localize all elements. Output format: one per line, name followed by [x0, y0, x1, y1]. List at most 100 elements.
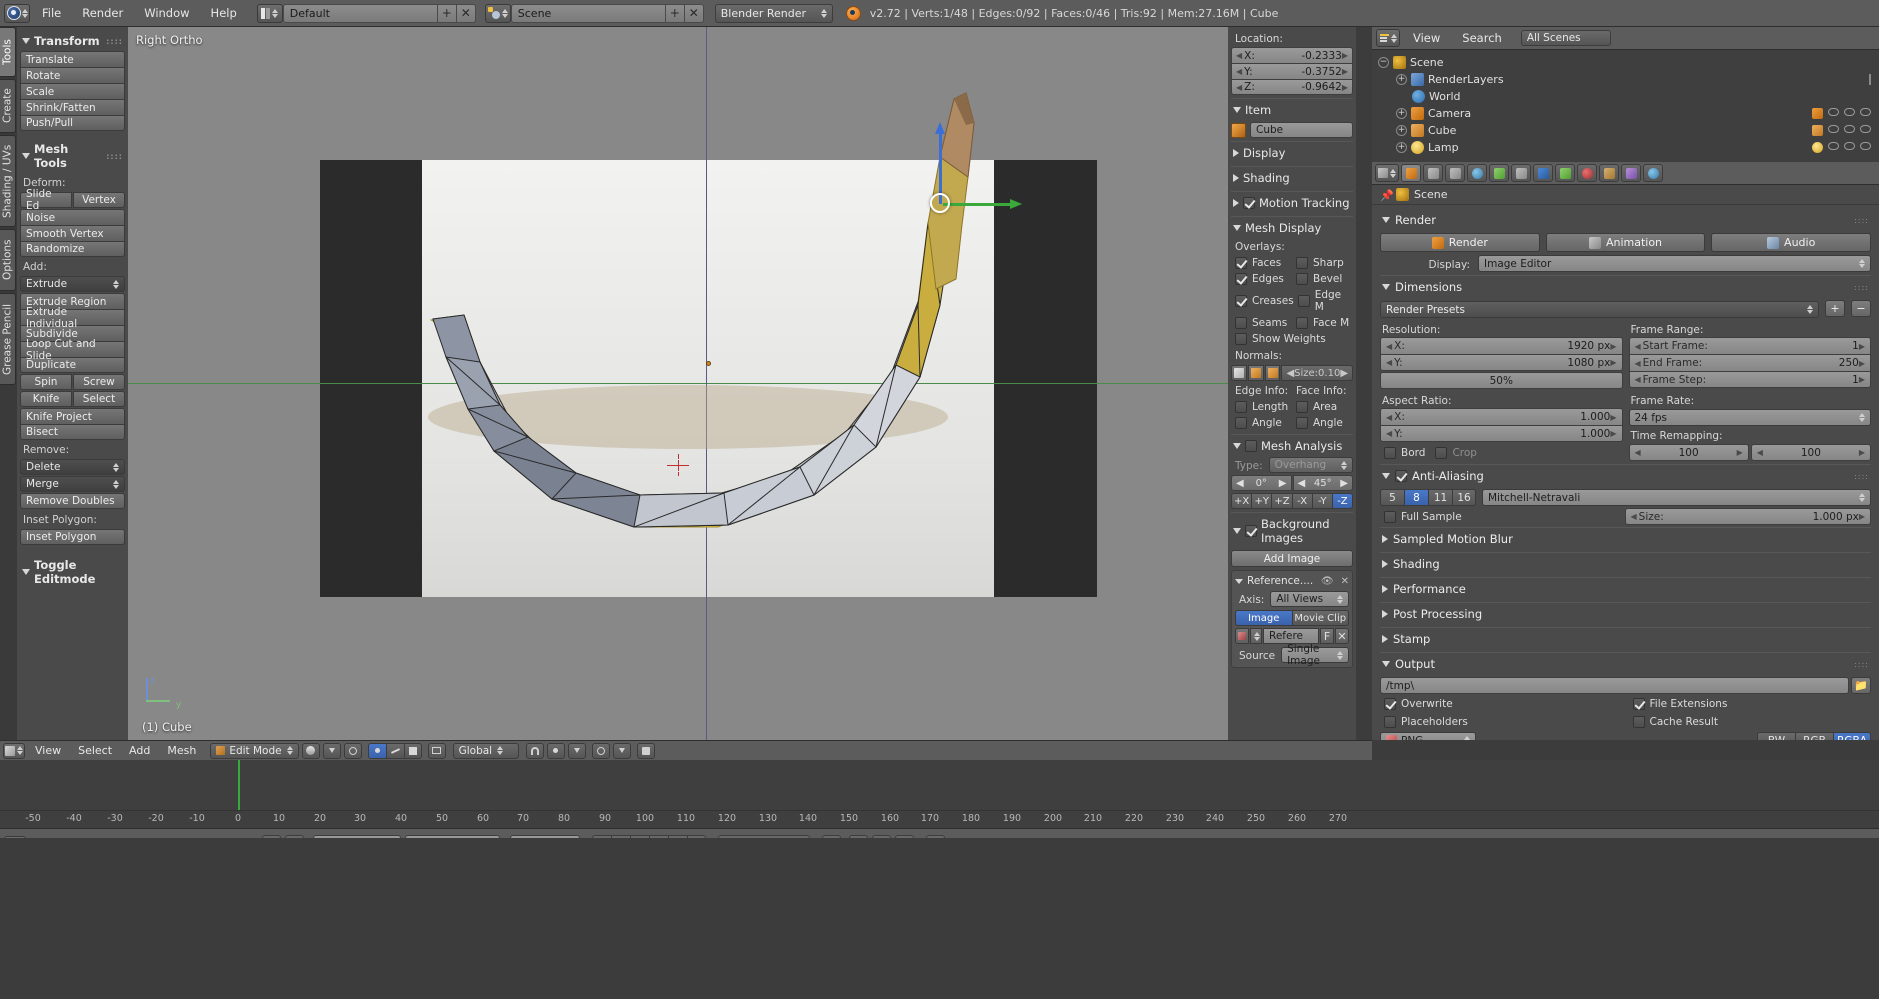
- border-toggle[interactable]: Bord: [1380, 445, 1425, 461]
- timeline-track[interactable]: [0, 760, 1879, 810]
- unlink-image-icon[interactable]: ✕: [1335, 628, 1349, 644]
- output-panel-header[interactable]: Output ::::: [1380, 652, 1871, 675]
- viewport-menu-select[interactable]: Select: [71, 743, 119, 758]
- shading-panel-header[interactable]: Shading: [1380, 552, 1871, 575]
- frame-rate-dropdown[interactable]: 24 fps: [1628, 409, 1871, 426]
- post-processing-panel-header[interactable]: Post Processing: [1380, 602, 1871, 625]
- object-name-field[interactable]: Cube: [1250, 122, 1353, 138]
- viewport-shading-icon[interactable]: [301, 742, 320, 759]
- render-icon[interactable]: [1860, 142, 1871, 150]
- outliner-row-cube[interactable]: + Cube: [1372, 122, 1879, 139]
- color-mode-rgba[interactable]: RGBA: [1833, 732, 1871, 740]
- outliner-menu-search[interactable]: Search: [1453, 29, 1511, 47]
- loop-cut-slide-button[interactable]: Loop Cut and Slide: [20, 338, 125, 362]
- menu-window[interactable]: Window: [135, 4, 198, 22]
- screen-layout-select[interactable]: Default: [282, 3, 438, 23]
- overlay-seams[interactable]: Seams: [1231, 315, 1292, 331]
- full-sample-checkbox[interactable]: [1384, 510, 1396, 523]
- render-engine-select[interactable]: Blender Render: [714, 3, 833, 23]
- add-preset-button[interactable]: +: [1825, 300, 1845, 317]
- cursor-icon[interactable]: [1844, 108, 1855, 116]
- viewport-editor-type-icon[interactable]: [3, 742, 25, 759]
- file-format-dropdown[interactable]: PNG: [1380, 732, 1476, 740]
- overwrite-checkbox[interactable]: [1384, 698, 1396, 710]
- gizmo-x-axis[interactable]: [943, 199, 1022, 209]
- vertex-normals-icon[interactable]: [1231, 365, 1247, 381]
- screw-button[interactable]: Screw: [73, 374, 125, 390]
- tab-data[interactable]: [1555, 164, 1575, 182]
- location-y-field[interactable]: ◀ Y: -0.3752 ▶: [1231, 63, 1353, 79]
- outliner-row-camera[interactable]: + Camera: [1372, 105, 1879, 122]
- rotate-button[interactable]: Rotate: [20, 67, 125, 83]
- render-preview-icon[interactable]: [636, 742, 655, 759]
- render-icon[interactable]: [1860, 108, 1871, 116]
- outliner-menu-view[interactable]: View: [1404, 29, 1449, 47]
- cache-result-checkbox[interactable]: [1632, 716, 1645, 728]
- randomize-button[interactable]: Randomize: [20, 241, 125, 257]
- expander-icon[interactable]: +: [1396, 142, 1407, 153]
- show-weights-checkbox[interactable]: [1235, 333, 1247, 345]
- tab-movie-clip[interactable]: Movie Clip: [1291, 610, 1349, 626]
- render-icon[interactable]: [1860, 125, 1871, 133]
- pin-icon[interactable]: 📌: [1380, 189, 1394, 202]
- outliner-display-mode[interactable]: All Scenes: [1520, 30, 1611, 46]
- tab-constraints[interactable]: [1511, 164, 1531, 182]
- tab-object[interactable]: [1489, 164, 1509, 182]
- fake-user-button[interactable]: F: [1320, 628, 1334, 644]
- aa-samples-5[interactable]: 5: [1380, 489, 1404, 506]
- blender-menu-icon[interactable]: [4, 3, 30, 23]
- scale-button[interactable]: Scale: [20, 83, 125, 99]
- output-path-field[interactable]: /tmp\: [1380, 677, 1849, 694]
- eye-icon[interactable]: [1828, 125, 1839, 133]
- tab-image[interactable]: Image: [1235, 610, 1292, 626]
- tab-world[interactable]: [1467, 164, 1487, 182]
- transform-orientation-dropdown[interactable]: Global: [452, 742, 519, 759]
- inset-polygon-button[interactable]: Inset Polygon: [20, 529, 125, 545]
- motion-tracking-panel-header[interactable]: Motion Tracking: [1231, 191, 1353, 213]
- pivot-point-icon[interactable]: [343, 742, 362, 759]
- smooth-vertex-button[interactable]: Smooth Vertex: [20, 225, 125, 241]
- file-extensions-toggle[interactable]: File Extensions: [1629, 696, 1872, 712]
- menu-file[interactable]: File: [33, 4, 70, 22]
- remap-new-field[interactable]: ◀ 100 ▶: [1750, 444, 1871, 461]
- face-angle-checkbox[interactable]: [1296, 417, 1308, 429]
- axis-minus-z-button[interactable]: -Z: [1331, 493, 1354, 509]
- resolution-percentage-slider[interactable]: 50%: [1380, 372, 1623, 389]
- browse-output-folder-button[interactable]: 📁: [1851, 677, 1871, 694]
- overlay-faces[interactable]: Faces: [1231, 255, 1292, 271]
- expander-icon[interactable]: +: [1396, 125, 1407, 136]
- expander-icon[interactable]: +: [1396, 74, 1407, 85]
- timeline-editor[interactable]: -50 -40 -30 -20 -10 0 10 20 30 40 50 60 70 80 90 100 110…: [0, 760, 1879, 838]
- overwrite-toggle[interactable]: Overwrite: [1380, 696, 1623, 712]
- translate-button[interactable]: Translate: [20, 51, 125, 67]
- cursor-icon[interactable]: [1844, 125, 1855, 133]
- timeline-playhead[interactable]: [238, 760, 240, 810]
- mesh-display-panel-header[interactable]: Mesh Display: [1231, 216, 1353, 238]
- render-image-button[interactable]: Render: [1380, 233, 1540, 252]
- shading-panel-header[interactable]: Shading: [1231, 166, 1353, 188]
- mesh-tools-panel-header[interactable]: Mesh Tools ::::: [20, 139, 125, 173]
- face-marks-checkbox[interactable]: [1296, 317, 1308, 329]
- location-z-field[interactable]: ◀ Z: -0.9642 ▶: [1231, 79, 1353, 95]
- remove-doubles-button[interactable]: Remove Doubles: [20, 493, 125, 509]
- edges-checkbox[interactable]: [1235, 273, 1247, 285]
- render-animation-button[interactable]: Animation: [1545, 233, 1706, 252]
- antialiasing-checkbox[interactable]: [1395, 470, 1407, 482]
- vertex-slide-button[interactable]: Vertex: [73, 192, 125, 208]
- properties-editor-type-icon[interactable]: [1375, 164, 1399, 182]
- add-scene-button[interactable]: +: [665, 3, 685, 23]
- interaction-mode-dropdown[interactable]: Edit Mode: [210, 742, 299, 759]
- select-button[interactable]: Select: [73, 391, 125, 407]
- overlay-creases[interactable]: Creases: [1231, 287, 1294, 315]
- placeholders-toggle[interactable]: Placeholders: [1380, 714, 1623, 730]
- scene-select[interactable]: Scene: [510, 3, 666, 23]
- seams-checkbox[interactable]: [1235, 317, 1247, 329]
- faces-checkbox[interactable]: [1235, 257, 1247, 269]
- delete-dropdown[interactable]: Delete: [20, 459, 125, 475]
- spin-button[interactable]: Spin: [20, 374, 72, 390]
- creases-checkbox[interactable]: [1235, 295, 1247, 307]
- full-sample-toggle[interactable]: Full Sample: [1380, 509, 1619, 525]
- edge-length[interactable]: Length: [1231, 399, 1292, 415]
- axis-minus-x-button[interactable]: -X: [1291, 493, 1312, 509]
- border-checkbox[interactable]: [1384, 447, 1396, 459]
